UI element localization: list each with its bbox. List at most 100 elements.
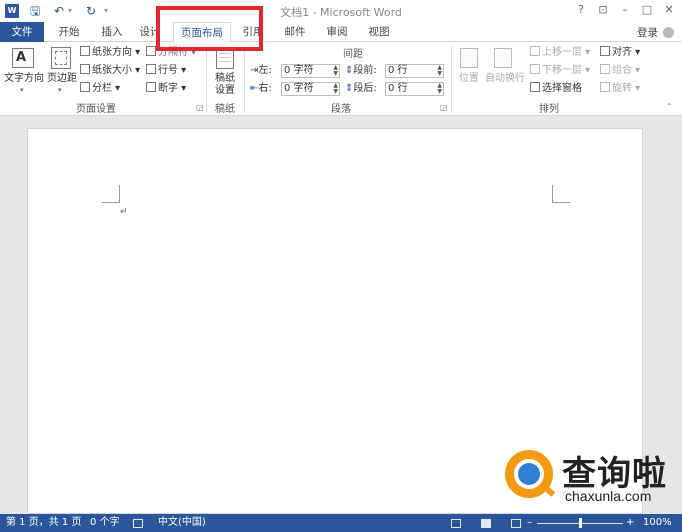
- ribbon-page-layout: A 文字方向 ▾ 页边距 ▾ 纸张方向 ▾ 纸张大小 ▾ 分栏 ▾ 分隔符 ▾ …: [0, 42, 682, 116]
- size-button[interactable]: 纸张大小 ▾: [80, 64, 140, 78]
- columns-icon: [80, 82, 90, 92]
- zoom-level[interactable]: 100%: [643, 514, 672, 532]
- tab-file[interactable]: 文件: [0, 22, 44, 42]
- margin-corner-top-left: [102, 185, 120, 203]
- rotate-label: 旋转: [612, 83, 632, 94]
- tab-home[interactable]: 开始: [48, 22, 90, 42]
- line-numbers-icon: [146, 64, 156, 74]
- margin-corner-top-right: [552, 185, 570, 203]
- position-button[interactable]: 位置: [459, 72, 479, 86]
- word-count[interactable]: 0 个字: [90, 514, 120, 532]
- ribbon-tabs: 文件 开始 插入 设计 页面布局 引用 邮件 审阅 视图 登录: [0, 22, 682, 43]
- text-direction-icon[interactable]: A: [12, 48, 34, 68]
- document-page[interactable]: ↵: [27, 128, 643, 514]
- ribbon-display-options-button[interactable]: ⊡: [594, 2, 612, 18]
- margins-dropdown-icon[interactable]: ▾: [58, 83, 62, 97]
- breaks-label: 分隔符: [158, 47, 188, 58]
- group-separator: [451, 46, 452, 112]
- print-layout-icon[interactable]: [481, 519, 491, 528]
- orientation-icon: [80, 46, 90, 56]
- spacing-before-label: ⇕段前:: [345, 64, 377, 78]
- manuscript-icon[interactable]: [216, 47, 234, 69]
- indent-left-input[interactable]: 0 字符 ▲ ▼: [281, 64, 340, 78]
- close-button[interactable]: ✕: [660, 2, 678, 18]
- group-button[interactable]: 组合 ▾: [600, 64, 640, 78]
- minimize-button[interactable]: –: [616, 2, 634, 18]
- manuscript-settings-button-line2[interactable]: 设置: [215, 84, 235, 98]
- rotate-button[interactable]: 旋转 ▾: [600, 82, 640, 96]
- user-icon[interactable]: [663, 27, 674, 38]
- spacing-heading: 间距: [343, 49, 363, 60]
- proofing-icon[interactable]: [133, 519, 143, 528]
- tab-review[interactable]: 审阅: [318, 22, 356, 42]
- hyphenation-button[interactable]: 断字 ▾: [146, 82, 186, 96]
- spinner-arrows-icon[interactable]: ▲ ▼: [333, 65, 338, 77]
- page-count[interactable]: 第 1 页，共 1 页: [6, 514, 81, 532]
- spacing-before-input[interactable]: 0 行 ▲ ▼: [385, 64, 444, 78]
- line-numbers-button[interactable]: 行号 ▾: [146, 64, 186, 78]
- orientation-button[interactable]: 纸张方向 ▾: [80, 46, 140, 60]
- group-label: 组合: [612, 65, 632, 76]
- selection-pane-button[interactable]: 选择窗格: [530, 82, 582, 96]
- size-icon: [80, 64, 90, 74]
- bring-forward-button[interactable]: 上移一层 ▾: [530, 46, 590, 60]
- spacing-after-input[interactable]: 0 行 ▲ ▼: [385, 82, 444, 96]
- paragraph-mark[interactable]: ↵: [120, 207, 128, 217]
- margins-icon[interactable]: [51, 47, 71, 69]
- tab-page-layout[interactable]: 页面布局: [173, 22, 231, 43]
- indent-right-label: ⇤右:: [250, 82, 272, 96]
- hyphenation-icon: [146, 82, 156, 92]
- spacing-before-value: 0 行: [388, 65, 408, 76]
- align-label: 对齐: [612, 47, 632, 58]
- zoom-slider-thumb[interactable]: [579, 518, 582, 528]
- margins-button[interactable]: 页边距: [47, 72, 77, 86]
- wrap-text-button[interactable]: 自动换行: [485, 72, 525, 86]
- position-icon[interactable]: [460, 48, 478, 68]
- collapse-ribbon-icon[interactable]: ⌃: [666, 100, 673, 114]
- watermark-logo-center: [518, 463, 540, 485]
- spinner-arrows-icon[interactable]: ▲ ▼: [437, 83, 442, 95]
- manuscript-group-label: 稿纸: [215, 104, 235, 115]
- bring-forward-label: 上移一层: [542, 47, 582, 58]
- tab-view[interactable]: 视图: [360, 22, 398, 42]
- send-backward-button[interactable]: 下移一层 ▾: [530, 64, 590, 78]
- size-label: 纸张大小: [92, 65, 132, 76]
- tab-design[interactable]: 设计: [136, 22, 164, 42]
- indent-left-label: ⇥左:: [250, 64, 272, 78]
- columns-button[interactable]: 分栏 ▾: [80, 82, 120, 96]
- orientation-label: 纸张方向: [92, 47, 132, 58]
- status-bar: 第 1 页，共 1 页 0 个字 中文(中国) – + 100%: [0, 514, 682, 532]
- tab-mailings[interactable]: 邮件: [276, 22, 314, 42]
- read-mode-icon[interactable]: [451, 519, 461, 528]
- text-direction-button[interactable]: 文字方向: [4, 72, 44, 86]
- zoom-in-button[interactable]: +: [626, 514, 634, 532]
- page-setup-launcher-icon[interactable]: ◲: [196, 103, 204, 112]
- web-layout-icon[interactable]: [511, 519, 521, 528]
- zoom-out-button[interactable]: –: [527, 514, 532, 532]
- paragraph-launcher-icon[interactable]: ◲: [440, 103, 448, 112]
- watermark-url: chaxunla.com: [565, 488, 652, 504]
- spinner-arrows-icon[interactable]: ▲ ▼: [437, 65, 442, 77]
- breaks-button[interactable]: 分隔符 ▾: [146, 46, 196, 60]
- tab-references[interactable]: 引用: [234, 22, 272, 42]
- tab-insert[interactable]: 插入: [92, 22, 132, 42]
- align-icon: [600, 46, 610, 56]
- bring-forward-icon: [530, 46, 540, 56]
- maximize-button[interactable]: □: [638, 2, 656, 18]
- selection-pane-label: 选择窗格: [542, 83, 582, 94]
- language[interactable]: 中文(中国): [158, 514, 206, 532]
- spacing-before-text: 段前:: [353, 65, 377, 76]
- group-separator: [206, 46, 207, 112]
- help-button[interactable]: ?: [572, 2, 590, 18]
- group-separator: [244, 46, 245, 112]
- indent-right-input[interactable]: 0 字符 ▲ ▼: [281, 82, 340, 96]
- indent-right-text: 右:: [258, 83, 272, 94]
- spacing-after-label: ⇕段后:: [345, 82, 377, 96]
- align-button[interactable]: 对齐 ▾: [600, 46, 640, 60]
- sign-in-link[interactable]: 登录: [637, 25, 658, 40]
- wrap-text-icon[interactable]: [494, 48, 512, 68]
- indent-left-value: 0 字符: [284, 65, 314, 76]
- arrange-group-label: 排列: [539, 104, 559, 115]
- text-direction-dropdown-icon[interactable]: ▾: [20, 83, 24, 97]
- spinner-arrows-icon[interactable]: ▲ ▼: [333, 83, 338, 95]
